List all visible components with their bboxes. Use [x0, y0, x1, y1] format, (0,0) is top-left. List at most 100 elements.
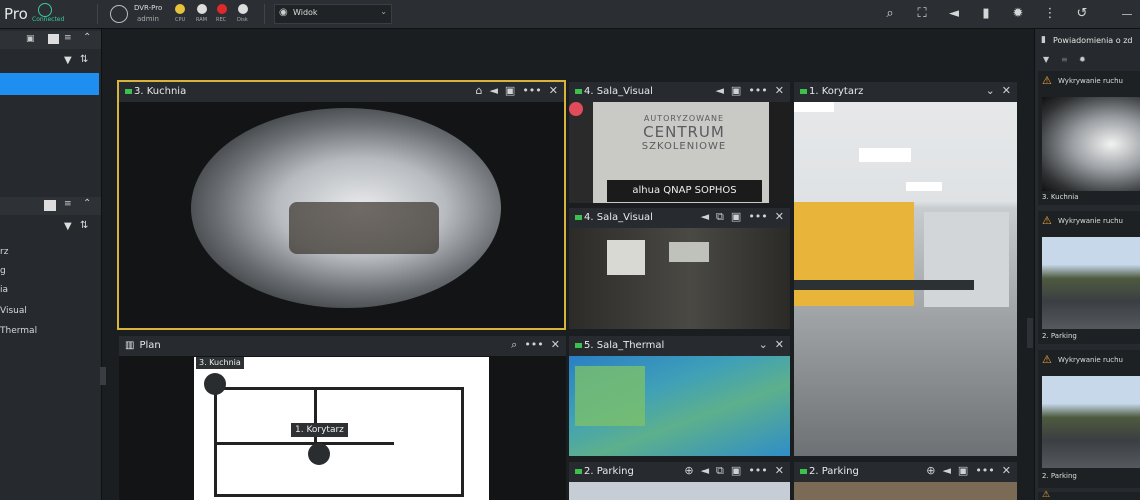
- notifications-title: Powiadomienia o zd: [1053, 36, 1133, 45]
- sidebar-item[interactable]: ia: [0, 285, 8, 295]
- camera-marker-icon[interactable]: [308, 443, 330, 465]
- camera-panel-sala-thermal[interactable]: 5. Sala_Thermal ⌄ ✕: [569, 336, 790, 456]
- panel-title: 3. Kuchnia: [134, 86, 187, 97]
- search-icon[interactable]: ⌕: [882, 6, 898, 22]
- sidebar-selected-row[interactable]: [0, 73, 99, 95]
- sidebar-collapse-handle[interactable]: [100, 367, 106, 385]
- video-feed: AUTORYZOWANE CENTRUM SZKOLENIOWE alhua Q…: [569, 102, 790, 203]
- map-tag[interactable]: 3. Kuchnia: [196, 357, 244, 369]
- right-panel-collapse-handle[interactable]: [1027, 318, 1033, 348]
- filter-icon[interactable]: ▼: [64, 221, 72, 232]
- panel-title: 2. Parking: [809, 466, 859, 477]
- ptz-icon[interactable]: ⌂: [475, 84, 482, 97]
- snapshot-icon[interactable]: ▣: [731, 84, 741, 97]
- camera-panel-sala-visual-2[interactable]: 4. Sala_Visual ◄ ⧉ ▣ ••• ✕: [569, 208, 790, 329]
- volume-icon[interactable]: ◄: [701, 464, 709, 477]
- notification-thumbnail: [1042, 97, 1140, 191]
- notification-item[interactable]: ⚠ Wykrywanie ruchu 2. Parking: [1038, 211, 1140, 344]
- camera-marker-icon[interactable]: [204, 373, 226, 395]
- notification-item[interactable]: ⚠ Wykrywanie ruchu 3. Kuchnia: [1038, 71, 1140, 205]
- close-icon[interactable]: ✕: [775, 464, 784, 477]
- link-icon[interactable]: ⧉: [716, 464, 724, 478]
- globe-icon[interactable]: ⊕: [926, 464, 935, 477]
- snapshot-icon[interactable]: ▣: [505, 84, 515, 97]
- video-feed: [794, 482, 1017, 500]
- more-icon[interactable]: •••: [975, 464, 994, 477]
- camera-panel-sala-visual[interactable]: 4. Sala_Visual ◄ ▣ ••• ✕ AUTORYZOWANE CENTR…: [569, 82, 790, 203]
- close-icon[interactable]: ✕: [551, 338, 560, 351]
- chevron-up-icon[interactable]: ⌃: [83, 32, 91, 43]
- more-vertical-icon[interactable]: ⋮: [1042, 6, 1058, 22]
- list-icon[interactable]: ≡: [64, 33, 72, 43]
- close-icon[interactable]: ✕: [775, 338, 784, 351]
- chevron-down-icon[interactable]: ⌄: [986, 84, 995, 97]
- sidebar-item[interactable]: rz: [0, 247, 8, 257]
- layout-icon[interactable]: [44, 200, 56, 211]
- video-scene: [859, 148, 911, 162]
- snapshot-icon[interactable]: ▣: [731, 210, 741, 223]
- camera-panel-parking-2[interactable]: 2. Parking ⊕ ◄ ▣ ••• ✕: [794, 462, 1017, 500]
- camera-panel-kuchnia[interactable]: 3. Kuchnia ⌂ ◄ ▣ ••• ✕: [117, 80, 566, 330]
- sidebar-item[interactable]: Thermal: [0, 326, 37, 336]
- volume-icon[interactable]: ◄: [942, 464, 950, 477]
- filter-icon[interactable]: ▼: [64, 55, 72, 66]
- minimize-icon[interactable]: [1122, 14, 1132, 15]
- list-icon[interactable]: ≡: [64, 199, 72, 209]
- logout-icon[interactable]: ↺: [1074, 6, 1090, 22]
- zoom-icon[interactable]: ⌕: [511, 338, 517, 352]
- panel-title: 4. Sala_Visual: [584, 86, 653, 97]
- more-icon[interactable]: •••: [748, 210, 767, 223]
- panel-title: Plan: [139, 340, 161, 351]
- volume-icon[interactable]: ◄: [946, 6, 962, 22]
- sidebar-item[interactable]: g: [0, 266, 6, 276]
- volume-icon[interactable]: ◄: [701, 210, 709, 223]
- camera-panel-korytarz[interactable]: 1. Korytarz ⌄ ✕: [794, 82, 1017, 456]
- snapshot-icon[interactable]: ▣: [958, 464, 968, 477]
- connection-icon: [38, 3, 52, 17]
- panel-header: 4. Sala_Visual ◄ ⧉ ▣ ••• ✕: [569, 208, 790, 228]
- thermal-feed: [569, 356, 790, 456]
- connection-status: Connected: [32, 16, 65, 23]
- filter-icon[interactable]: ▼: [1043, 55, 1049, 64]
- more-icon[interactable]: •••: [748, 464, 767, 477]
- gear-icon[interactable]: ✹: [1010, 6, 1026, 22]
- globe-icon[interactable]: ⊕: [684, 464, 693, 477]
- notification-camera: 2. Parking: [1042, 472, 1077, 480]
- notification-item[interactable]: ⚠ Wykrywanie ruchu 2. Parking: [1038, 350, 1140, 488]
- link-icon[interactable]: ⧉: [716, 210, 724, 224]
- volume-icon[interactable]: ◄: [715, 84, 723, 97]
- disk-meter-icon: [238, 4, 248, 14]
- camera-panel-parking[interactable]: 2. Parking ⊕ ◄ ⧉ ▣ ••• ✕: [569, 462, 790, 500]
- map-tag[interactable]: 1. Korytarz: [291, 423, 348, 437]
- chevron-up-icon[interactable]: ⌃: [83, 198, 91, 209]
- clear-icon[interactable]: ≡: [1061, 55, 1068, 64]
- user-icon[interactable]: [110, 5, 128, 23]
- close-icon[interactable]: ✕: [549, 84, 558, 97]
- lock-icon[interactable]: ▮: [978, 6, 994, 22]
- sign-line: SZKOLENIOWE: [641, 141, 727, 152]
- map-panel-plan[interactable]: ▥ Plan ⌕ ••• ✕ 3. Kuchnia 1. Korytarz: [119, 336, 566, 500]
- close-icon[interactable]: ✕: [1002, 84, 1011, 97]
- fullscreen-icon[interactable]: ⛶: [914, 6, 930, 22]
- close-icon[interactable]: ✕: [1002, 464, 1011, 477]
- gear-icon[interactable]: ✹: [1079, 55, 1086, 64]
- notification-item[interactable]: ⚠: [1038, 490, 1140, 500]
- video-feed: [569, 228, 790, 329]
- view-select[interactable]: ◉ Widok ⌄: [274, 4, 392, 24]
- volume-icon[interactable]: ◄: [489, 84, 497, 97]
- close-icon[interactable]: ✕: [775, 84, 784, 97]
- online-icon: [575, 214, 582, 220]
- sort-icon[interactable]: ⇅: [80, 220, 88, 231]
- chevron-down-icon[interactable]: ⌄: [759, 338, 768, 351]
- sidebar-item[interactable]: Visual: [0, 306, 27, 316]
- notification-camera: 2. Parking: [1042, 332, 1077, 340]
- more-icon[interactable]: •••: [748, 84, 767, 97]
- more-icon[interactable]: •••: [522, 84, 541, 97]
- map-icon: ▥: [125, 340, 135, 351]
- close-icon[interactable]: ✕: [775, 210, 784, 223]
- grid-icon[interactable]: [48, 34, 59, 44]
- snapshot-icon[interactable]: ▣: [731, 464, 741, 477]
- more-icon[interactable]: •••: [524, 338, 543, 351]
- sort-icon[interactable]: ⇅: [80, 54, 88, 65]
- lock-icon[interactable]: ▣: [26, 34, 35, 44]
